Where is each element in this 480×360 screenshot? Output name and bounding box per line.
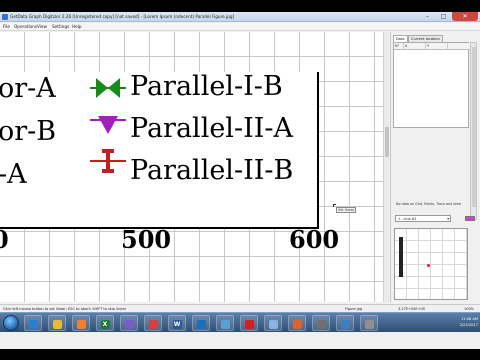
misc-icon[interactable] [360, 315, 378, 331]
clock-time: 11:08 AM [460, 317, 478, 321]
panel-scrollbar[interactable] [470, 42, 477, 220]
maximize-button[interactable]: □ [436, 12, 451, 21]
folder-icon[interactable] [48, 315, 66, 331]
menu-operations[interactable]: Operations [14, 24, 37, 30]
outlook-icon[interactable] [192, 315, 210, 331]
minimize-button[interactable]: – [420, 12, 435, 21]
data-table[interactable]: N° X Y [393, 42, 470, 128]
status-bar: Click left mouse button to set linear; E… [0, 304, 480, 312]
clock-date: 2/22/2017 [459, 323, 478, 327]
legend-label-a: -A [0, 159, 27, 190]
app-icon [2, 14, 8, 20]
no-data-message: No data on Grid, Points, Trace and Area [396, 202, 461, 206]
chrome-icon-glyph [148, 319, 158, 329]
start-button[interactable] [3, 315, 19, 331]
explorer-icon[interactable] [264, 315, 282, 331]
getdata-icon-glyph [220, 319, 230, 329]
app-icon[interactable] [120, 315, 138, 331]
panel-scroll-thumb[interactable] [472, 47, 476, 207]
paint-icon-glyph [292, 319, 302, 329]
paint-icon[interactable] [288, 315, 306, 331]
media-player-icon[interactable] [72, 315, 90, 331]
menu-settings[interactable]: Settings [52, 24, 69, 30]
menu-bar: File Operations View Settings Help [0, 23, 480, 31]
word-icon-glyph: W [172, 319, 182, 329]
zoom-preview-point [427, 264, 430, 267]
legend-label-parallel-i-b: Parallel-I-B [130, 71, 283, 102]
curve-select-value: 1 - Line #1 [398, 217, 417, 221]
vertical-scroll-thumb[interactable] [385, 127, 389, 157]
legend-label-or-a: or-A [0, 73, 56, 104]
column-header-y[interactable]: Y [426, 43, 448, 50]
system-tray[interactable]: 11:08 AM 2/22/2017 [440, 316, 478, 330]
x-tick-partial: 0 [0, 225, 9, 254]
ie-icon[interactable] [24, 315, 42, 331]
column-header-n[interactable]: N° [394, 43, 404, 50]
chevron-down-icon[interactable]: ▾ [447, 216, 449, 223]
window-title: GetData Graph Digitizer 2.26 [Unregister… [10, 14, 235, 19]
legend-label-parallel-ii-a: Parallel-II-A [130, 113, 294, 144]
misc-icon-glyph [364, 319, 374, 329]
network-icon-glyph [340, 319, 350, 329]
title-bar[interactable]: GetData Graph Digitizer 2.26 [Unregister… [0, 12, 480, 22]
x-tick-label: 600 [289, 225, 340, 254]
column-header-x[interactable]: X [404, 43, 426, 50]
media-player-icon-glyph [76, 319, 86, 329]
legend-label-or-b: or-B [0, 116, 57, 147]
app-icon-glyph [124, 319, 134, 329]
bowtie-marker-icon [90, 78, 126, 98]
x-tick-label: 500 [121, 225, 172, 254]
curve-color-swatch[interactable] [465, 216, 475, 221]
tab-current-location[interactable]: Current location [408, 35, 443, 42]
screen: GetData Graph Digitizer 2.26 [Unregister… [0, 0, 480, 360]
calculator-icon[interactable] [312, 315, 330, 331]
getdata-icon[interactable] [216, 315, 234, 331]
menu-view[interactable]: View [37, 24, 47, 30]
table-header: N° X Y [394, 43, 470, 50]
zoom-preview-line [399, 237, 403, 277]
triangle-down-marker-icon [90, 116, 126, 134]
calculator-icon-glyph [316, 319, 326, 329]
menu-help[interactable]: Help [72, 24, 82, 30]
word-icon[interactable]: W [168, 315, 186, 331]
zoom-preview [394, 228, 468, 300]
right-panel: Data Current location N° X Y No data on … [390, 32, 480, 302]
explorer-icon-glyph [268, 319, 278, 329]
cursor-tooltip: Set linear [336, 207, 357, 213]
tab-data[interactable]: Data [393, 35, 408, 42]
curve-select[interactable]: 1 - Line #1 ▾ [395, 215, 451, 222]
legend-label-parallel-ii-b: Parallel-II-B [130, 155, 294, 186]
app-window: GetData Graph Digitizer 2.26 [Unregister… [0, 12, 480, 349]
folder-icon-glyph [52, 319, 62, 329]
vertical-scrollbar[interactable] [383, 32, 389, 302]
plot-canvas[interactable]: or-A Parallel-I-B or-B Parallel-II-A -A … [0, 32, 385, 302]
excel-icon[interactable]: X [96, 315, 114, 331]
chrome-icon[interactable] [144, 315, 162, 331]
acrobat-icon[interactable] [240, 315, 258, 331]
outlook-icon-glyph [196, 319, 206, 329]
excel-icon-glyph: X [100, 319, 110, 329]
i-beam-marker-icon [90, 149, 126, 173]
network-icon[interactable] [336, 315, 354, 331]
acrobat-icon-glyph [244, 319, 254, 329]
ie-icon-glyph [28, 319, 38, 329]
menu-file[interactable]: File [3, 24, 10, 30]
close-button[interactable]: ✕ [452, 12, 478, 21]
taskbar: X W 11:08 AM 2/22/2017 [0, 312, 480, 332]
